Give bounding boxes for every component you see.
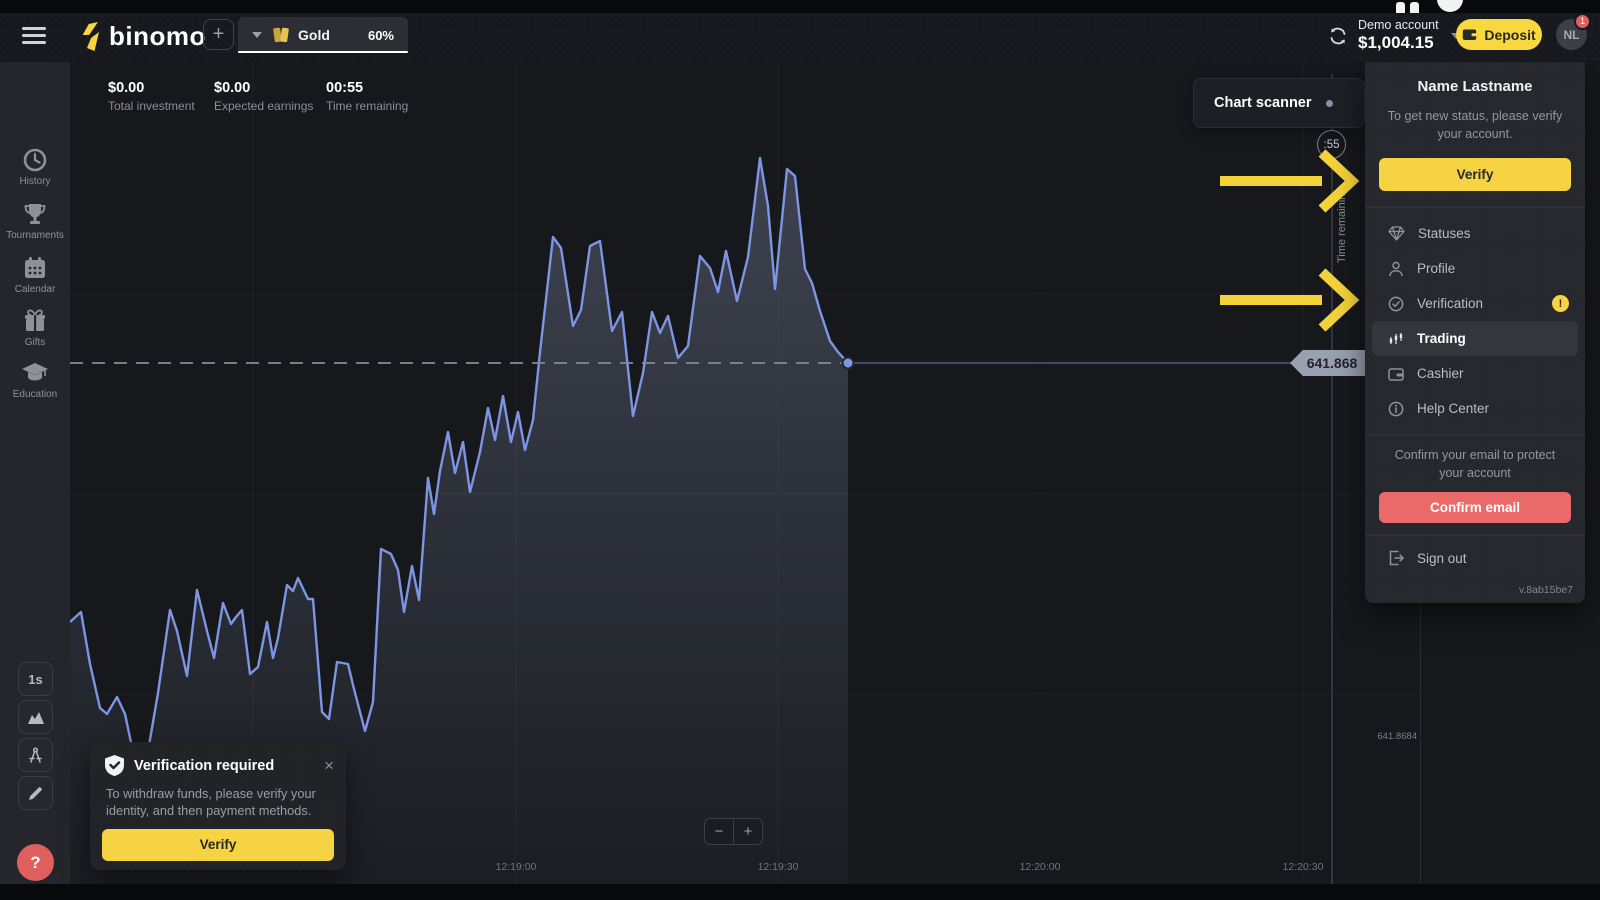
time-tick: 12:19:30 <box>743 861 813 873</box>
sidebar-item-gifts[interactable]: Gifts <box>0 308 70 348</box>
calendar-icon <box>22 255 48 281</box>
time-tick: 12:20:00 <box>1005 861 1075 873</box>
deposit-button[interactable]: Deposit <box>1456 19 1542 50</box>
lightning-bolt-icon <box>80 22 102 52</box>
stat-total-investment: $0.00Total investment <box>108 80 195 113</box>
menu-item-help-center[interactable]: Help Center <box>1365 391 1585 426</box>
bottom-frame-strip <box>0 884 1600 900</box>
current-price-dot <box>843 358 854 369</box>
chevron-down-icon <box>252 32 262 38</box>
indicators-button[interactable] <box>18 738 53 772</box>
time-tick: 12:19:00 <box>481 861 551 873</box>
graduation-cap-icon <box>21 360 49 386</box>
status-note: To get new status, please verify your ac… <box>1381 108 1569 143</box>
payout-percent: 60% <box>368 28 394 43</box>
pencil-icon <box>27 785 44 802</box>
pause-icon <box>1396 2 1405 13</box>
confirm-email-note: Confirm your email to protect your accou… <box>1381 447 1569 482</box>
account-type: Demo account <box>1358 18 1439 32</box>
candlestick-chart-icon <box>1388 331 1404 347</box>
menu-item-verification[interactable]: Verification ! <box>1365 286 1585 321</box>
chart-type-button[interactable] <box>18 700 53 734</box>
account-balance: $1,004.15 <box>1358 33 1439 53</box>
clock-icon <box>22 147 48 173</box>
zoom-in-button[interactable]: + <box>733 818 763 845</box>
drawing-button[interactable] <box>18 776 53 810</box>
overlay-control-icon <box>1437 0 1463 12</box>
divider <box>1365 434 1585 435</box>
help-button[interactable]: ? <box>17 844 54 881</box>
user-icon <box>1388 261 1404 277</box>
time-tick: 12:20:30 <box>1268 861 1338 873</box>
round-timer: :55 <box>1317 130 1346 159</box>
sidebar-item-education[interactable]: Education <box>0 360 70 400</box>
sidebar-item-history[interactable]: History <box>0 147 70 187</box>
app-version: v.8ab15be7 <box>1519 584 1573 596</box>
account-menu-panel: Name Lastname To get new status, please … <box>1365 62 1585 603</box>
binomo-trading-app: $0.00Total investment $0.00Expected earn… <box>0 0 1600 900</box>
sidebar-item-tournaments[interactable]: Tournaments <box>0 201 70 241</box>
gem-icon <box>1388 226 1405 241</box>
close-icon[interactable]: × <box>324 757 334 774</box>
menu-item-trading[interactable]: Trading <box>1372 321 1578 356</box>
chart-scanner-button[interactable]: Chart scanner <box>1193 78 1365 128</box>
menu-item-profile[interactable]: Profile <box>1365 251 1585 286</box>
popup-verify-button[interactable]: Verify <box>102 829 334 861</box>
sign-out-icon <box>1388 550 1404 566</box>
add-asset-tab-button[interactable]: + <box>203 19 234 50</box>
trophy-icon <box>22 201 48 227</box>
price-axis-label: 641.8684 <box>1340 731 1417 742</box>
gift-icon <box>22 308 48 334</box>
scanner-status-dot <box>1326 100 1333 107</box>
compass-icon <box>27 747 44 764</box>
menu-item-cashier[interactable]: Cashier <box>1365 356 1585 391</box>
stat-time-remaining: 00:55Time remaining <box>326 80 408 113</box>
notification-badge: 1 <box>1574 13 1591 30</box>
account-switcher[interactable]: Demo account $1,004.15 <box>1328 18 1461 53</box>
time-remaining-axis-label: Time remaining <box>1336 163 1348 263</box>
menu-item-statuses[interactable]: Statuses <box>1365 216 1585 251</box>
current-price-tag: 641.868 <box>1290 350 1366 376</box>
zoom-out-button[interactable]: − <box>704 818 734 845</box>
confirm-email-button[interactable]: Confirm email <box>1379 492 1571 523</box>
hamburger-menu-icon[interactable] <box>22 27 46 45</box>
asset-tab-gold[interactable]: Gold 60% <box>238 17 408 53</box>
sign-out-button[interactable]: Sign out <box>1365 536 1585 566</box>
stat-expected-earnings: $0.00Expected earnings <box>214 80 313 113</box>
binomo-logo: binomo <box>80 21 206 52</box>
info-circle-icon <box>1388 401 1404 417</box>
account-holder-name: Name Lastname <box>1365 78 1585 95</box>
verification-popup: Verification required × To withdraw fund… <box>90 742 346 870</box>
pause-icon <box>1410 2 1419 13</box>
top-frame-strip <box>0 0 1600 13</box>
wallet-icon <box>1462 28 1477 41</box>
menu-verify-button[interactable]: Verify <box>1379 158 1571 191</box>
check-circle-icon <box>1388 296 1404 312</box>
top-bar: binomo + Gold 60% Demo account $1,004.15 <box>0 13 1600 62</box>
sidebar-item-calendar[interactable]: Calendar <box>0 255 70 295</box>
interval-button[interactable]: 1s <box>18 662 53 696</box>
refresh-icon[interactable] <box>1328 26 1348 46</box>
verification-warning-badge: ! <box>1552 295 1569 312</box>
gold-bars-icon <box>273 26 290 44</box>
shield-check-icon <box>104 754 125 777</box>
area-chart-icon <box>27 710 45 725</box>
wallet-icon <box>1388 367 1404 381</box>
